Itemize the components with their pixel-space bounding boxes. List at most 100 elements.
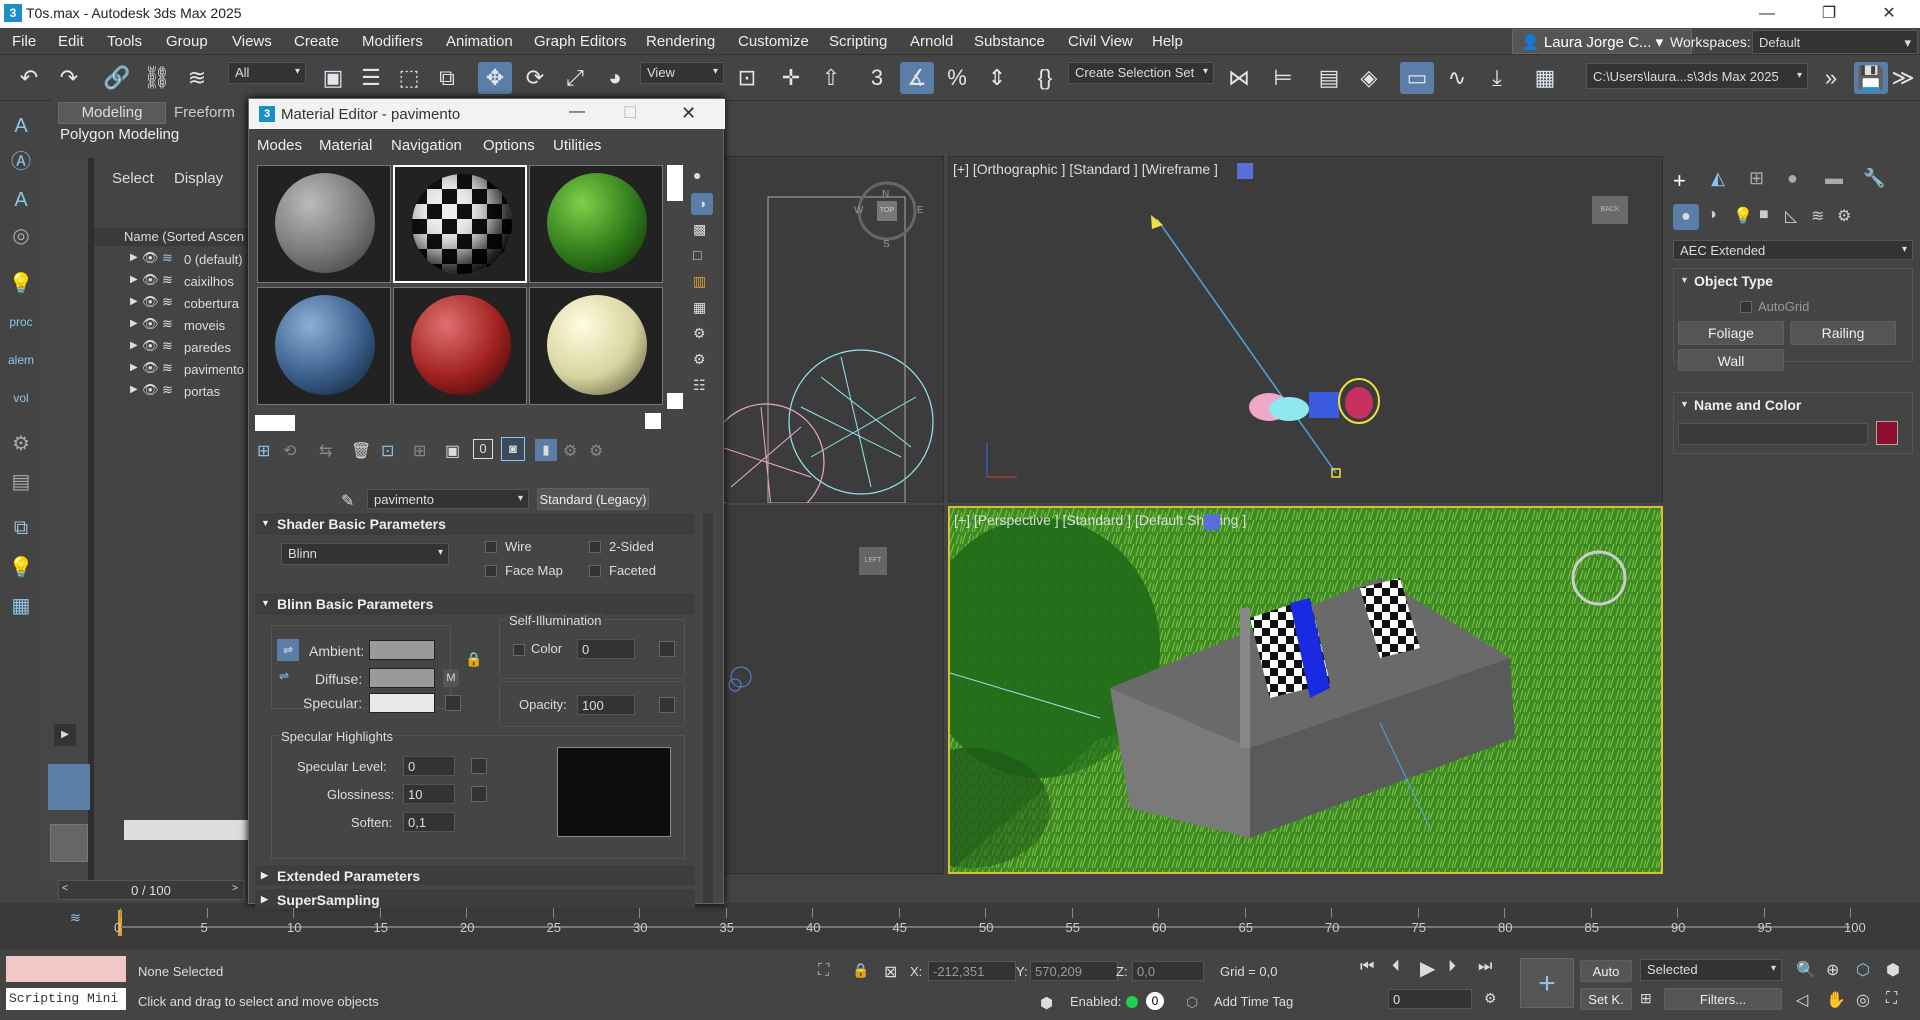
absolute-mode-icon[interactable]: ⊠ [884, 962, 897, 982]
geometry-icon[interactable]: ● [1673, 204, 1699, 230]
wire-checkbox[interactable] [485, 541, 497, 553]
play-icon[interactable]: ▶ [1420, 956, 1435, 981]
fov-icon[interactable]: ◁ [1796, 990, 1808, 1010]
menu-civil-view[interactable]: Civil View [1068, 33, 1133, 50]
render-setup-icon[interactable]: ▦ [4, 592, 38, 620]
eye-icon[interactable]: 👁 [142, 382, 159, 398]
make-preview-icon[interactable]: ▦ [693, 299, 706, 316]
workspace-dropdown[interactable]: Default ▾ [1752, 30, 1918, 54]
eye-icon[interactable]: 👁 [142, 316, 159, 332]
hierarchy-tab-icon[interactable]: ⊞ [1749, 168, 1764, 189]
menu-rendering[interactable]: Rendering [646, 33, 715, 50]
zoom-extents-all-icon[interactable]: ⬢ [1886, 960, 1900, 980]
material-editor-scrollbar[interactable] [703, 513, 713, 903]
go-to-start-icon[interactable]: ⏮ [1360, 958, 1374, 976]
viewport-left[interactable]: LEFT [700, 506, 944, 874]
time-slider[interactable]: 0 / 100 [58, 880, 244, 900]
object-type-header[interactable]: Object Type [1694, 273, 1773, 289]
make-unique-icon[interactable]: ⊡ [381, 441, 394, 461]
eye-icon[interactable]: 👁 [142, 250, 159, 266]
named-selection-set-dropdown[interactable]: Create Selection Set ▾ [1068, 62, 1214, 84]
self-illum-color-checkbox[interactable] [513, 644, 525, 656]
self-illum-map-button[interactable] [659, 641, 675, 657]
project-path-dropdown[interactable]: C:\Users\laura...s\3ds Max 2025 ▾ [1586, 63, 1808, 89]
autogrid-checkbox[interactable] [1740, 301, 1752, 313]
backlight-icon[interactable]: ◑ [691, 193, 713, 215]
time-tag-icon[interactable]: ⬡ [1186, 994, 1198, 1011]
material-name-field[interactable]: pavimento ▾ [367, 489, 529, 509]
specular-level-spinner[interactable]: 0 [403, 756, 455, 776]
explorer-scrollbar[interactable] [124, 820, 248, 840]
menu-material[interactable]: Material [319, 137, 372, 154]
menu-modifiers[interactable]: Modifiers [362, 33, 423, 50]
align-icon[interactable]: ⊨ [1266, 62, 1300, 94]
set-key-button[interactable]: Set K. [1580, 988, 1632, 1010]
shapes-icon[interactable]: ◑ [1707, 206, 1717, 224]
extended-parameters-rollout[interactable]: Extended Parameters [255, 865, 695, 885]
lock-ambient-icon[interactable]: ⇌ [277, 639, 299, 661]
slot-hscroll-end[interactable] [645, 413, 661, 429]
list-item[interactable]: ▶ 👁 ≋ cobertura [94, 294, 248, 315]
expand-arrow-icon[interactable]: ▶ [130, 362, 138, 373]
systems-icon[interactable]: ⚙ [1837, 206, 1851, 226]
zoom-all-icon[interactable]: ⊕ [1826, 960, 1839, 980]
menu-tools[interactable]: Tools [107, 33, 142, 50]
material-editor-titlebar[interactable]: 3 Material Editor - pavimento — ☐ ✕ [249, 99, 725, 129]
shader-basic-rollout[interactable]: Shader Basic Parameters [255, 513, 695, 535]
curve-toggle-icon[interactable]: ≋ [70, 910, 81, 926]
sample-type-icon[interactable]: ● [693, 167, 701, 183]
add-time-tag[interactable]: Add Time Tag [1214, 994, 1293, 1009]
material-navigator-icon[interactable]: ☷ [693, 377, 706, 394]
material-slot-2[interactable] [393, 165, 527, 283]
expand-arrow-icon[interactable]: ▶ [130, 340, 138, 351]
delete-icon[interactable]: 🗑 [351, 441, 371, 461]
layout-single-icon[interactable] [50, 824, 88, 862]
explorer-tab-select[interactable]: Select [112, 170, 154, 187]
text-edit-icon[interactable]: Ⓐ [4, 148, 38, 176]
expand-arrow-icon[interactable]: ▶ [130, 274, 138, 285]
pick-material-eyedropper-icon[interactable]: ✎ [341, 491, 354, 511]
save-icon[interactable]: 💾 [1854, 62, 1888, 94]
time-config-icon[interactable]: ⚙ [1484, 990, 1497, 1007]
slot-scroll-corner[interactable] [667, 393, 683, 409]
set-key-icon[interactable]: + [1520, 958, 1574, 1008]
filters-button[interactable]: Filters... [1664, 988, 1782, 1010]
maxscript-listener[interactable] [6, 956, 126, 982]
curve-editor-icon[interactable]: ∿ [1440, 62, 1474, 94]
options-icon[interactable]: ⚙ [693, 325, 706, 342]
helpers-icon[interactable]: ◺ [1785, 206, 1797, 226]
assign-material-icon[interactable]: ⇆ [319, 441, 332, 461]
select-by-name-icon[interactable]: ☰ [354, 62, 388, 94]
ribbon-toggle-icon[interactable]: ▭ [1400, 62, 1434, 94]
percent-snap-icon[interactable]: % [940, 62, 974, 94]
expand-arrow-icon[interactable]: ▶ [130, 384, 138, 395]
text-tool-icon[interactable]: A [4, 112, 38, 140]
prev-frame-icon[interactable]: ⏴ [1392, 958, 1400, 976]
layers-icon[interactable]: ▤ [4, 468, 38, 496]
blinn-basic-rollout[interactable]: Blinn Basic Parameters [255, 593, 695, 615]
eye-icon[interactable]: 👁 [142, 338, 159, 354]
explorer-tab-display[interactable]: Display [174, 170, 223, 187]
lights-icon[interactable]: 💡 [1733, 206, 1753, 226]
x-coordinate-field[interactable]: -212,351 [928, 961, 1016, 981]
video-color-check-icon[interactable]: ▥ [693, 273, 706, 290]
select-by-material-icon[interactable]: ⚙ [693, 351, 706, 368]
soften-spinner[interactable]: 0,1 [403, 812, 455, 832]
pan-icon[interactable]: ✋ [1826, 990, 1846, 1010]
rect-selection-icon[interactable]: ⬚ [392, 62, 426, 94]
pivot-center-icon[interactable]: ⊡ [730, 62, 764, 94]
shader-type-dropdown[interactable]: Blinn ▾ [281, 543, 449, 565]
list-item[interactable]: ▶ 👁 ≋ portas [94, 382, 248, 403]
motion-tab-icon[interactable]: ● [1787, 168, 1798, 189]
group-icon[interactable]: ⚙ [4, 430, 38, 458]
slider-right-icon[interactable]: > [232, 883, 238, 894]
snaps-toggle-icon[interactable]: 3 [860, 62, 894, 94]
material-slot-5[interactable] [393, 287, 527, 405]
menu-customize[interactable]: Customize [738, 33, 809, 50]
collapse-arrow-icon[interactable]: ▼ [1680, 275, 1689, 285]
specular-map-button[interactable] [445, 695, 461, 711]
eye-icon[interactable]: 👁 [142, 360, 159, 376]
viewport-label-perspective[interactable]: [+] [Perspective ] [Standard ] [Default … [954, 512, 1246, 528]
show-in-viewport-icon[interactable]: ◙ [501, 437, 525, 461]
faceted-checkbox[interactable] [589, 565, 601, 577]
